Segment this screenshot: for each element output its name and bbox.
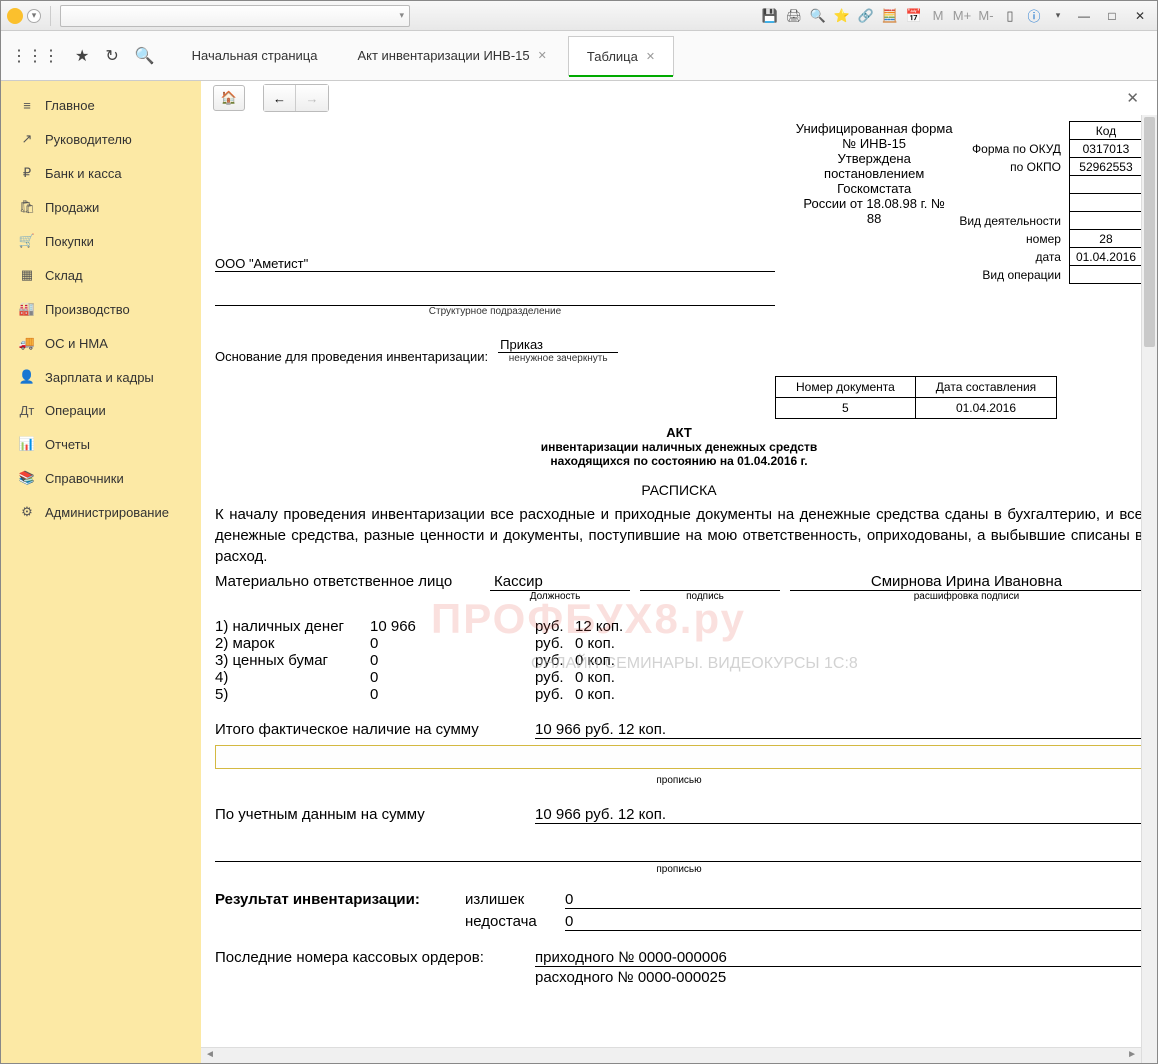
tab-home[interactable]: Начальная страница [173, 36, 337, 76]
sidebar-item-production[interactable]: 🏭Производство [1, 292, 201, 326]
home-button[interactable]: 🏠 [213, 85, 245, 111]
total-label: Итого фактическое наличие на сумму [215, 721, 535, 739]
account-value: 10 966 руб. 12 коп. [535, 806, 1143, 824]
dropdown-icon[interactable]: ▾ [27, 9, 41, 23]
sidebar-item-hr[interactable]: 👤Зарплата и кадры [1, 360, 201, 394]
tab-table[interactable]: Таблица ✕ [568, 36, 674, 76]
org-name: ООО "Аметист" [215, 256, 775, 272]
close-icon[interactable]: ✕ [538, 49, 547, 62]
menu-icon: ≡ [19, 98, 35, 113]
truck-icon: 🚚 [19, 335, 35, 351]
close-icon[interactable]: ✕ [646, 50, 655, 63]
act-title: АКТ [215, 425, 1143, 440]
items-list: 1) наличных денег10 966руб.12 коп. 2) ма… [215, 618, 1143, 703]
chart-icon: ↗ [19, 131, 35, 147]
codes-table: Код Форма по ОКУД0317013 по ОКПО52962553… [953, 121, 1143, 284]
calendar-icon[interactable]: 📅 [905, 7, 923, 25]
out-order: расходного № 0000-000025 [535, 969, 1143, 986]
minimize-button[interactable]: — [1073, 6, 1095, 26]
in-order: приходного № 0000-000006 [535, 949, 1143, 967]
basis-value: Приказ [498, 337, 618, 353]
ruble-icon: ₽ [19, 165, 35, 181]
resp-label: Материально ответственное лицо [215, 573, 490, 602]
sidebar: ≡Главное ↗Руководителю ₽Банк и касса 🛍Пр… [1, 81, 201, 1063]
back-button[interactable]: ← [264, 85, 296, 111]
content-toolbar: 🏠 ← → ✕ [201, 81, 1157, 115]
info-icon[interactable]: ⓘ [1025, 7, 1043, 25]
total-value: 10 966 руб. 12 коп. [535, 721, 1143, 739]
surplus-value: 0 [565, 891, 1143, 909]
selected-cell[interactable] [215, 745, 1143, 769]
vertical-scrollbar[interactable] [1141, 115, 1157, 1063]
print-icon[interactable]: 🖨 [785, 7, 803, 25]
sidebar-item-warehouse[interactable]: ▦Склад [1, 258, 201, 292]
sidebar-item-manager[interactable]: ↗Руководителю [1, 122, 201, 156]
tab-label: Акт инвентаризации ИНВ-15 [357, 48, 529, 63]
person-icon: 👤 [19, 369, 35, 385]
cart-icon: 🛒 [19, 233, 35, 249]
save-icon[interactable]: 💾 [761, 7, 779, 25]
m-icon[interactable]: M [929, 7, 947, 25]
forward-button[interactable]: → [296, 85, 328, 111]
grid-icon: ▦ [19, 267, 35, 283]
link-icon[interactable]: 🔗 [857, 7, 875, 25]
favorite-icon[interactable]: ⭐ [833, 7, 851, 25]
calc-icon[interactable]: 🧮 [881, 7, 899, 25]
bars-icon: 📊 [19, 436, 35, 452]
tab-label: Начальная страница [192, 48, 318, 63]
sidebar-item-admin[interactable]: ⚙Администрирование [1, 495, 201, 529]
subdiv-label: Структурное подразделение [215, 306, 775, 317]
apps-icon[interactable]: ⋮⋮⋮ [11, 46, 59, 66]
app-icon [7, 8, 23, 24]
ops-icon: Дт [19, 403, 35, 418]
horizontal-scrollbar[interactable] [201, 1047, 1141, 1063]
panel-icon[interactable]: ▯ [1001, 7, 1019, 25]
gear-icon: ⚙ [19, 504, 35, 520]
basis-label: Основание для проведения инвентаризации: [215, 349, 488, 364]
close-button[interactable]: ✕ [1129, 6, 1151, 26]
sidebar-item-main[interactable]: ≡Главное [1, 89, 201, 122]
maximize-button[interactable]: □ [1101, 6, 1123, 26]
titlebar: ▾ ▾ 💾 🖨 🔍 ⭐ 🔗 🧮 📅 M M+ M- ▯ ⓘ ▾ — □ ✕ [1, 1, 1157, 31]
document: ПРОФБУХ8.ру ОНЛАЙН-СЕМИНАРЫ. ВИДЕОКУРСЫ … [201, 115, 1157, 1026]
sidebar-item-refs[interactable]: 📚Справочники [1, 461, 201, 495]
sidebar-item-purchase[interactable]: 🛒Покупки [1, 224, 201, 258]
history-icon[interactable]: ↻ [105, 46, 118, 66]
resp-name: Смирнова Ирина Ивановна [790, 573, 1143, 591]
bag-icon: 🛍 [19, 199, 35, 215]
account-label: По учетным данным на сумму [215, 806, 535, 824]
info-dropdown-icon[interactable]: ▾ [1049, 7, 1067, 25]
m-minus-icon[interactable]: M- [977, 7, 995, 25]
result-label: Результат инвентаризации: [215, 891, 465, 909]
content-close-button[interactable]: ✕ [1120, 89, 1145, 107]
sidebar-item-operations[interactable]: ДтОперации [1, 394, 201, 427]
tabbar: ⋮⋮⋮ ★ ↻ 🔍 Начальная страница Акт инвента… [1, 31, 1157, 81]
resp-position: Кассир [490, 573, 630, 591]
tab-label: Таблица [587, 49, 638, 64]
factory-icon: 🏭 [19, 301, 35, 317]
title-dropdown[interactable]: ▾ [60, 5, 410, 27]
shortage-value: 0 [565, 913, 1143, 931]
star-icon[interactable]: ★ [75, 46, 89, 66]
sidebar-item-bank[interactable]: ₽Банк и касса [1, 156, 201, 190]
sidebar-item-reports[interactable]: 📊Отчеты [1, 427, 201, 461]
sidebar-item-assets[interactable]: 🚚ОС и НМА [1, 326, 201, 360]
last-orders-label: Последние номера кассовых ордеров: [215, 949, 535, 967]
sidebar-item-sales[interactable]: 🛍Продажи [1, 190, 201, 224]
receipt-body: К началу проведения инвентаризации все р… [215, 504, 1143, 567]
preview-icon[interactable]: 🔍 [809, 7, 827, 25]
receipt-title: РАСПИСКА [215, 482, 1143, 498]
tab-act[interactable]: Акт инвентаризации ИНВ-15 ✕ [338, 36, 565, 76]
search-icon[interactable]: 🔍 [135, 46, 155, 66]
books-icon: 📚 [19, 470, 35, 486]
doc-id-table: Номер документаДата составления 501.04.2… [775, 376, 1057, 419]
m-plus-icon[interactable]: M+ [953, 7, 971, 25]
